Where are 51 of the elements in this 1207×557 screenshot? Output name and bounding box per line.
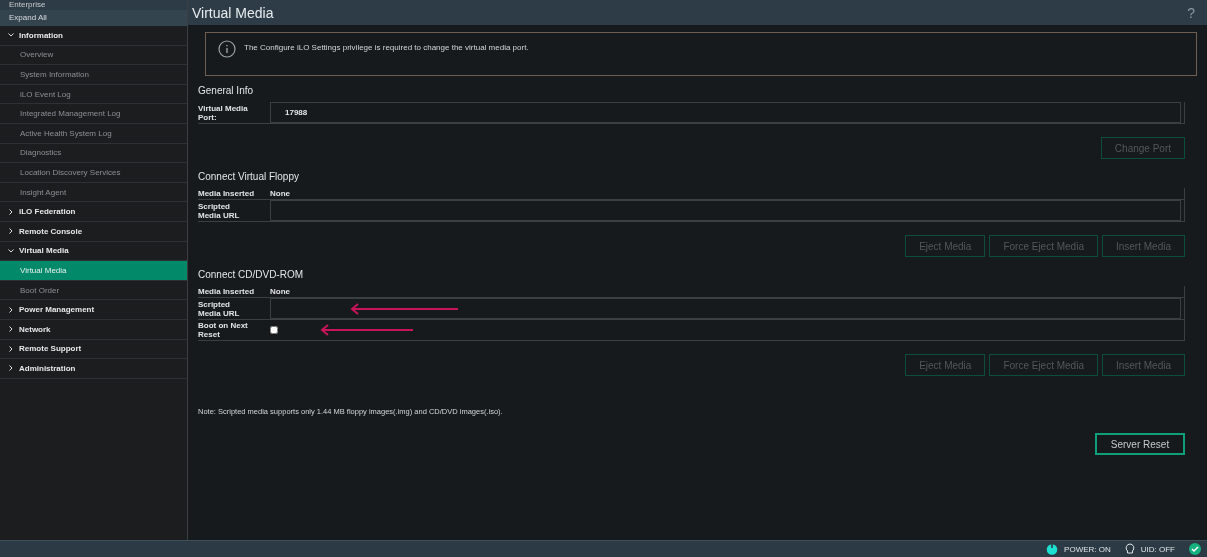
checkbox[interactable] xyxy=(270,326,278,334)
info-icon xyxy=(218,40,236,58)
nav-item[interactable]: Active Health System Log xyxy=(0,123,187,144)
field-label: Virtual Media Port: xyxy=(198,102,249,123)
text-input[interactable] xyxy=(270,298,1181,319)
nav-item[interactable]: Integrated Management Log xyxy=(0,104,187,124)
chevron-right-icon xyxy=(8,208,14,215)
chevron-down-icon xyxy=(8,247,14,254)
server-reset-button[interactable]: Server Reset xyxy=(1095,433,1185,455)
nav-item[interactable]: Overview xyxy=(0,45,187,66)
nav-item[interactable]: Insight Agent xyxy=(0,182,187,203)
nav-item[interactable]: Location Discovery Services xyxy=(0,163,187,183)
field-label: Scripted Media URL xyxy=(198,200,241,221)
nav-group[interactable]: Remote Support xyxy=(0,339,187,360)
chevron-right-icon xyxy=(8,345,14,352)
field-label: Scripted Media URL xyxy=(198,298,241,319)
field-value: None xyxy=(270,189,290,198)
help-button[interactable]: ? xyxy=(1187,4,1195,21)
section-title: Connect CD/DVD-ROM xyxy=(198,269,305,280)
nav-item[interactable]: Boot Order xyxy=(0,280,187,301)
field-label: Media Inserted xyxy=(198,188,255,199)
nav-group[interactable]: Network xyxy=(0,319,187,340)
nav-group[interactable]: Administration xyxy=(0,359,187,379)
notice-text: The Configure iLO Settings privilege is required to change the virtual media port. xyxy=(244,43,529,52)
section-title: General Info xyxy=(198,85,255,96)
field-value: None xyxy=(270,287,290,296)
chevron-right-icon xyxy=(8,326,14,333)
nav-group[interactable]: Remote Console xyxy=(0,221,187,242)
page-title: Virtual Media xyxy=(192,4,274,21)
chevron-right-icon xyxy=(8,365,14,372)
nav-item[interactable]: Virtual Media xyxy=(0,261,187,281)
check-circle-icon xyxy=(1189,543,1201,555)
section-title: Connect Virtual Floppy xyxy=(198,171,300,182)
nav-item[interactable]: Diagnostics xyxy=(0,143,187,164)
text-input[interactable]: 17988 xyxy=(270,102,1181,123)
field-label: Media Inserted xyxy=(198,286,255,297)
nav-item[interactable]: iLO Event Log xyxy=(0,84,187,105)
chevron-right-icon xyxy=(8,228,14,235)
nav-group[interactable]: iLO Federation xyxy=(0,202,187,222)
uid-status: UID: OFF xyxy=(1140,544,1175,554)
chevron-down-icon xyxy=(8,32,14,39)
nav-group[interactable]: Information xyxy=(0,26,187,46)
sidebar-header: Enterprise xyxy=(0,0,187,10)
field-label: Boot on Next Reset xyxy=(198,320,249,340)
nav-item[interactable]: System Information xyxy=(0,65,187,85)
nav-group[interactable]: Power Management xyxy=(0,300,187,320)
text-input[interactable] xyxy=(270,200,1181,221)
power-status: POWER: ON xyxy=(1064,544,1111,554)
expand-all-button[interactable]: Expand All xyxy=(0,10,187,26)
lightbulb-icon xyxy=(1124,543,1135,555)
chevron-right-icon xyxy=(8,306,14,313)
